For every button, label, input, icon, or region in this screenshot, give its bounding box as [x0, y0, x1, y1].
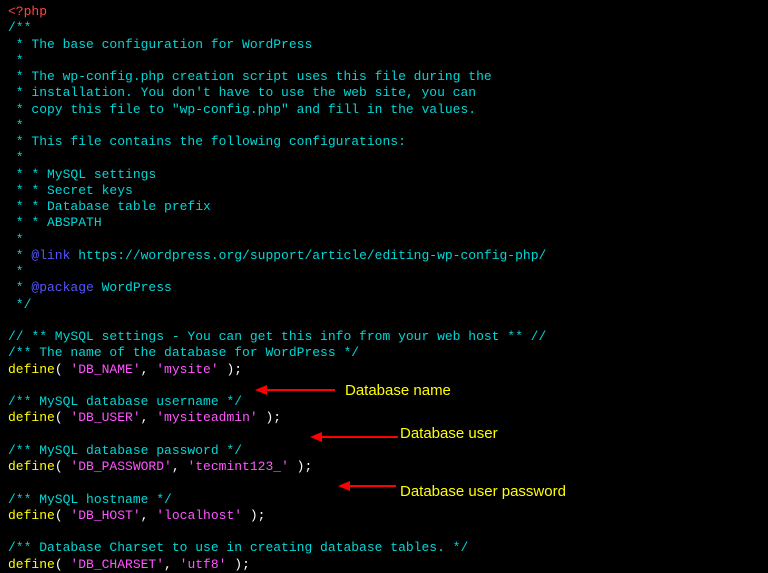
comment-link-line: * @link https://wordpress.org/support/ar… — [8, 248, 760, 264]
comment-line: * * ABSPATH — [8, 215, 760, 231]
comment-line: * — [8, 118, 760, 134]
mysql-settings-comment: // ** MySQL settings - You can get this … — [8, 329, 760, 345]
db-name-comment: /** The name of the database for WordPre… — [8, 345, 760, 361]
define-db-password: define( 'DB_PASSWORD', 'tecmint123_' ); — [8, 459, 760, 475]
annotation-db-name: Database name — [345, 382, 451, 401]
comment-line: * — [8, 232, 760, 248]
comment-line: * The wp-config.php creation script uses… — [8, 69, 760, 85]
comment-line: * The base configuration for WordPress — [8, 37, 760, 53]
comment-line: * * MySQL settings — [8, 167, 760, 183]
php-open-tag: <?php — [8, 4, 47, 19]
comment-line: * installation. You don't have to use th… — [8, 85, 760, 101]
comment-line: * — [8, 264, 760, 280]
comment-line: * copy this file to "wp-config.php" and … — [8, 102, 760, 118]
comment-line: * * Database table prefix — [8, 199, 760, 215]
comment-line: * This file contains the following confi… — [8, 134, 760, 150]
comment-line: * * Secret keys — [8, 183, 760, 199]
comment-line: /** — [8, 20, 760, 36]
define-db-charset: define( 'DB_CHARSET', 'utf8' ); — [8, 557, 760, 573]
package-name: WordPress — [94, 280, 172, 295]
db-charset-comment: /** Database Charset to use in creating … — [8, 540, 760, 556]
link-url: https://wordpress.org/support/article/ed… — [70, 248, 546, 263]
comment-end: */ — [8, 297, 760, 313]
define-db-name: define( 'DB_NAME', 'mysite' ); — [8, 362, 760, 378]
comment-package-line: * @package WordPress — [8, 280, 760, 296]
annotation-db-user: Database user — [400, 425, 498, 444]
comment-line: * — [8, 150, 760, 166]
db-host-comment: /** MySQL hostname */ — [8, 492, 760, 508]
package-tag: @package — [31, 280, 93, 295]
db-password-comment: /** MySQL database password */ — [8, 443, 760, 459]
comment-line: * — [8, 53, 760, 69]
define-db-user: define( 'DB_USER', 'mysiteadmin' ); — [8, 410, 760, 426]
define-db-host: define( 'DB_HOST', 'localhost' ); — [8, 508, 760, 524]
link-tag: @link — [31, 248, 70, 263]
annotation-db-password: Database user password — [400, 483, 566, 502]
